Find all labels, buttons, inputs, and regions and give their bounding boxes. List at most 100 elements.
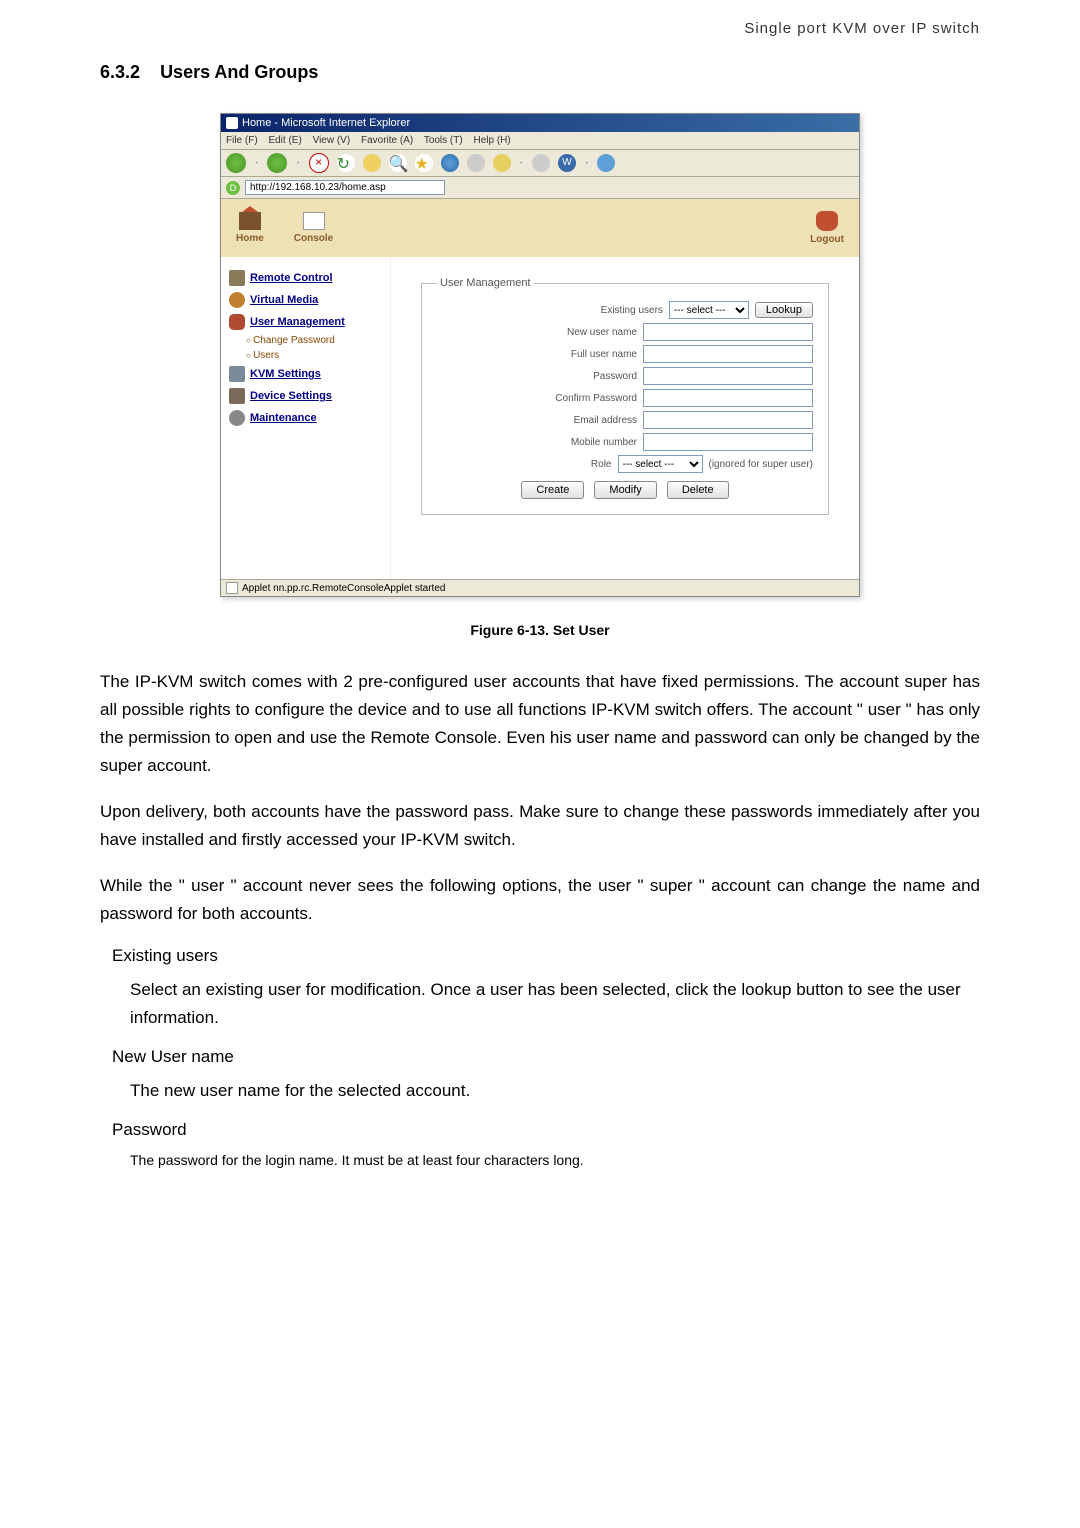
search-icon[interactable]: 🔍 [389, 154, 407, 172]
menu-help[interactable]: Help (H) [474, 135, 511, 146]
main-pane: User Management Existing users --- selec… [391, 257, 859, 579]
ie-statusbar: Applet nn.pp.rc.RemoteConsoleApplet star… [221, 579, 859, 596]
remote-control-icon [229, 270, 245, 286]
ie-content: Home Console Logout Remote Control [221, 199, 859, 579]
term-existing-users-desc: Select an existing user for modification… [130, 976, 980, 1030]
ie-addressbar: D http://192.168.10.23/home.asp [221, 177, 859, 199]
back-icon[interactable] [226, 153, 246, 173]
toolbar-sep: · [519, 154, 524, 172]
menu-file[interactable]: File (F) [226, 135, 258, 146]
row-new-user-name: New user name [437, 323, 813, 341]
section-number: 6.3.2 [100, 62, 140, 82]
term-password-desc: The password for the login name. It must… [130, 1150, 980, 1171]
role-label: Role [591, 459, 612, 470]
existing-users-label: Existing users [601, 305, 663, 316]
go-icon[interactable]: D [226, 181, 240, 195]
sidebar-sub-users[interactable]: Users [226, 348, 385, 363]
sidebar-item-device-settings[interactable]: Device Settings [226, 385, 385, 407]
console-icon [303, 212, 325, 230]
window-title: Home - Microsoft Internet Explorer [242, 117, 410, 129]
menu-edit[interactable]: Edit (E) [268, 135, 301, 146]
mail-icon[interactable] [493, 154, 511, 172]
password-input[interactable] [643, 367, 813, 385]
section-heading: 6.3.2 Users And Groups [100, 62, 980, 83]
page-header: Single port KVM over IP switch [100, 20, 980, 37]
row-full-user-name: Full user name [437, 345, 813, 363]
full-user-input[interactable] [643, 345, 813, 363]
row-role: Role --- select --- (ignored for super u… [437, 455, 813, 473]
stop-icon[interactable]: × [309, 153, 329, 173]
full-user-label: Full user name [571, 349, 637, 360]
ie-titlebar[interactable]: Home - Microsoft Internet Explorer [221, 114, 859, 132]
maintenance-icon [229, 410, 245, 426]
sidebar-item-label: Remote Control [250, 272, 333, 284]
nav-console-label: Console [294, 233, 333, 244]
email-input[interactable] [643, 411, 813, 429]
paragraph-2: Upon delivery, both accounts have the pa… [100, 798, 980, 854]
print-icon[interactable] [532, 154, 550, 172]
password-label: Password [593, 371, 637, 382]
sidebar-item-virtual-media[interactable]: Virtual Media [226, 289, 385, 311]
nav-home-label: Home [236, 233, 264, 244]
lookup-button[interactable]: Lookup [755, 302, 813, 318]
sidebar: Remote Control Virtual Media User Manage… [221, 257, 391, 579]
menu-favorite[interactable]: Favorite (A) [361, 135, 413, 146]
ie-window: Home - Microsoft Internet Explorer File … [220, 113, 860, 597]
messenger-icon[interactable] [597, 154, 615, 172]
device-settings-icon [229, 388, 245, 404]
nav-logout-label: Logout [810, 234, 844, 245]
menu-view[interactable]: View (V) [313, 135, 351, 146]
menu-tools[interactable]: Tools (T) [424, 135, 463, 146]
user-management-icon [229, 314, 245, 330]
ie-icon [226, 117, 238, 129]
role-select[interactable]: --- select --- [618, 455, 703, 473]
forward-icon[interactable] [267, 153, 287, 173]
address-input[interactable]: http://192.168.10.23/home.asp [245, 180, 445, 195]
refresh-icon[interactable]: ↻ [337, 154, 355, 172]
modify-button[interactable]: Modify [594, 481, 656, 499]
term-existing-users: Existing users [112, 946, 980, 966]
kvm-settings-icon [229, 366, 245, 382]
form-buttons: Create Modify Delete [437, 481, 813, 499]
row-mobile: Mobile number [437, 433, 813, 451]
mobile-label: Mobile number [571, 437, 637, 448]
confirm-password-label: Confirm Password [555, 393, 637, 404]
create-button[interactable]: Create [521, 481, 584, 499]
word-icon[interactable]: W [558, 154, 576, 172]
screenshot-container: Home - Microsoft Internet Explorer File … [100, 113, 980, 597]
status-icon [226, 582, 238, 594]
home-toolbar-icon[interactable] [363, 154, 381, 172]
sidebar-item-user-management[interactable]: User Management [226, 311, 385, 333]
sidebar-sub-change-password[interactable]: Change Password [226, 333, 385, 348]
new-user-input[interactable] [643, 323, 813, 341]
ie-toolbar: · · × ↻ 🔍 ★ · W · [221, 150, 859, 177]
nav-console[interactable]: Console [294, 212, 333, 244]
media-icon[interactable] [467, 154, 485, 172]
paragraph-3: While the " user " account never sees th… [100, 872, 980, 928]
term-new-user-name-desc: The new user name for the selected accou… [130, 1077, 980, 1104]
sidebar-item-remote-control[interactable]: Remote Control [226, 267, 385, 289]
logout-icon [816, 211, 838, 231]
form-legend: User Management [437, 277, 534, 289]
term-password: Password [112, 1120, 980, 1140]
nav-logout[interactable]: Logout [810, 211, 844, 245]
user-management-fieldset: User Management Existing users --- selec… [421, 277, 829, 515]
confirm-password-input[interactable] [643, 389, 813, 407]
ie-menubar: File (F) Edit (E) View (V) Favorite (A) … [221, 132, 859, 150]
delete-button[interactable]: Delete [667, 481, 729, 499]
home-icon [239, 212, 261, 230]
sidebar-item-label: Virtual Media [250, 294, 318, 306]
sidebar-item-kvm-settings[interactable]: KVM Settings [226, 363, 385, 385]
figure-caption: Figure 6-13. Set User [100, 622, 980, 638]
history-icon[interactable] [441, 154, 459, 172]
existing-users-select[interactable]: --- select --- [669, 301, 749, 319]
row-password: Password [437, 367, 813, 385]
favorites-icon[interactable]: ★ [415, 154, 433, 172]
sidebar-item-label: KVM Settings [250, 368, 321, 380]
nav-home[interactable]: Home [236, 212, 264, 244]
mobile-input[interactable] [643, 433, 813, 451]
new-user-label: New user name [567, 327, 637, 338]
sidebar-item-maintenance[interactable]: Maintenance [226, 407, 385, 429]
term-new-user-name: New User name [112, 1047, 980, 1067]
app-header-left: Home Console [236, 212, 333, 244]
